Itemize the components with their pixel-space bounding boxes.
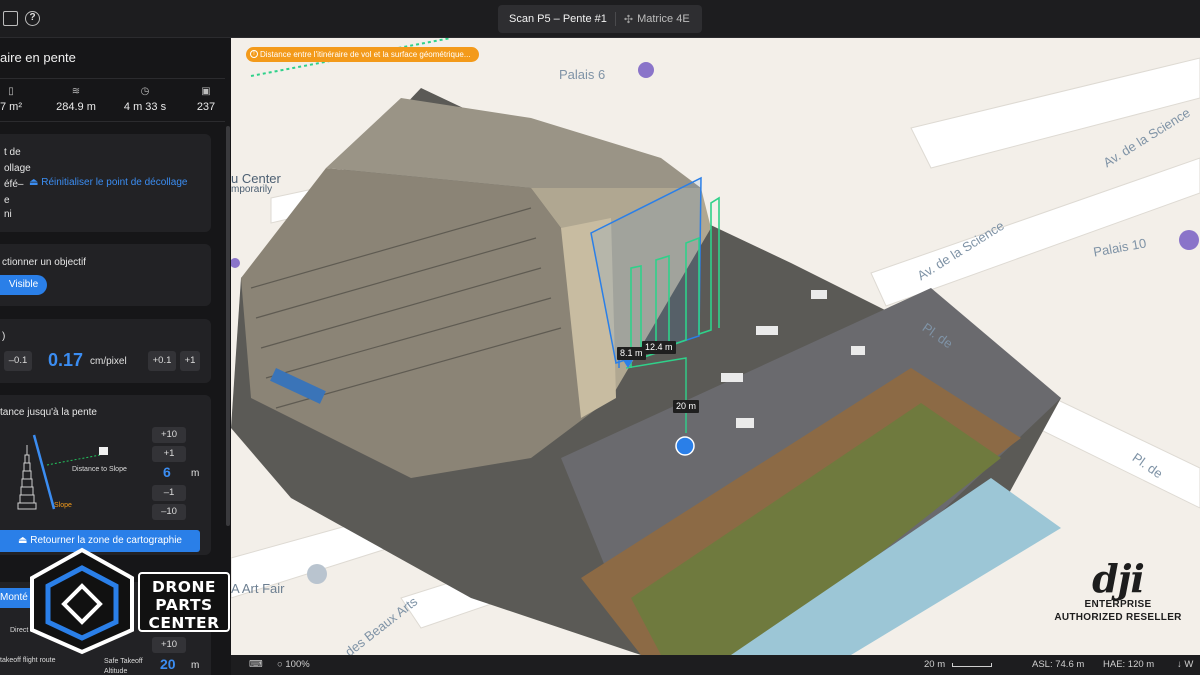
takeoff-route-label: takeoff flight route: [0, 657, 56, 664]
panel-title: aire en pente: [0, 50, 76, 65]
dji-logo-line: ENTERPRISE: [1084, 599, 1152, 610]
mission-header: Scan P5 – Pente #1 ✣ Matrice 4E: [498, 5, 702, 33]
gsd-value: 0.17: [48, 350, 84, 370]
camera-model[interactable]: Matrice 4E: [637, 13, 690, 25]
stat-duration-value: 4 m 33 s: [123, 101, 167, 113]
gsd-unit: cm/pixel: [90, 356, 127, 367]
status-bar: ⌨ ○ 100% 20 m ASL: 74.6 m HAE: 120 m ↓ W: [231, 655, 1200, 675]
scale-bar: [952, 663, 992, 667]
stat-area-value: 7 m²: [0, 101, 22, 113]
distance-tag: 12.4 m: [642, 341, 676, 354]
stat-distance: ≋ 284.9 m: [46, 79, 106, 123]
distance-minus10-button[interactable]: –10: [152, 504, 186, 520]
stat-area: ▯ 7 m²: [0, 79, 26, 123]
zoom-value: 100%: [285, 659, 310, 670]
distance-to-slope-label: Distance to Slope: [72, 466, 127, 473]
help-icon[interactable]: ?: [25, 11, 40, 26]
stat-duration: ◷ 4 m 33 s: [112, 79, 178, 123]
takeoff-icon: ⏏: [29, 177, 42, 188]
mapping-icon: ⏏: [18, 535, 31, 546]
ascent-plus10-button[interactable]: +10: [152, 637, 186, 653]
keyboard-icon[interactable]: ⌨: [249, 659, 263, 670]
hae-readout: HAE: 120 m: [1103, 659, 1155, 670]
logo-line: DRONE: [151, 578, 217, 596]
slope-distance-label: tance jusqu'à la pente: [0, 407, 97, 418]
stat-photos: ▣ 237: [186, 79, 226, 123]
takeoff-text-line: éfé–: [4, 179, 24, 190]
logo-line: CENTER: [148, 614, 220, 632]
distance-plus10-button[interactable]: +10: [152, 427, 186, 443]
distance-warning-banner[interactable]: ! Distance entre l'itinéraire de vol et …: [246, 47, 479, 62]
drone-parts-center-logo: DRONE PARTS CENTER: [138, 572, 230, 632]
map-label-art-fair: A Art Fair: [231, 581, 285, 596]
map-label-temporarily: mporarily: [231, 184, 273, 195]
dji-enterprise-logo: dji ENTERPRISE AUTHORIZED RESELLER: [1052, 560, 1184, 624]
asl-readout: ASL: 74.6 m: [1032, 659, 1085, 670]
ascent-value: 20: [160, 656, 176, 672]
top-bar: ? Scan P5 – Pente #1 ✣ Matrice 4E: [0, 0, 1200, 38]
reset-takeoff-label: Réinitialiser le point de décollage: [41, 177, 188, 188]
map-scale: 20 m: [924, 659, 946, 670]
logo-line: PARTS: [155, 596, 213, 614]
reset-takeoff-link[interactable]: ⏏ Réinitialiser le point de décollage: [29, 177, 187, 188]
stat-distance-value: 284.9 m: [56, 101, 96, 113]
visible-button[interactable]: Visible: [0, 275, 47, 295]
ascent-unit: m: [191, 660, 200, 671]
distance-icon: ≋: [71, 86, 81, 97]
drone-parts-center-logo-icon: [30, 547, 134, 655]
dji-wordmark: dji: [1092, 556, 1145, 601]
folder-icon[interactable]: [3, 11, 18, 26]
zoom-indicator[interactable]: ○ 100%: [277, 659, 310, 670]
warning-icon: !: [250, 50, 258, 58]
takeoff-text-line: e: [4, 195, 10, 206]
gsd-plus-big-button[interactable]: +1: [180, 351, 200, 371]
slope-label: Slope: [54, 502, 72, 509]
gsd-minus-button[interactable]: –0.1: [4, 351, 32, 371]
mission-title: Scan P5 – Pente #1: [509, 13, 607, 25]
warning-text: Distance entre l'itinéraire de vol et la…: [260, 50, 471, 59]
map-view[interactable]: ! Distance entre l'itinéraire de vol et …: [231, 38, 1200, 655]
stat-photos-value: 237: [196, 101, 216, 113]
header-divider: [614, 12, 616, 26]
map-label-palais-6: Palais 6: [559, 67, 606, 82]
return-button-label: Retourner la zone de cartographie: [30, 535, 182, 546]
distance-plus1-button[interactable]: +1: [152, 446, 186, 462]
takeoff-text-line: t de: [4, 147, 21, 158]
safe-takeoff-altitude-label: Altitude: [104, 668, 128, 675]
target-label: ctionner un objectif: [2, 257, 86, 268]
mission-stats: ▯ 7 m² ≋ 284.9 m ◷ 4 m 33 s ▣ 237: [0, 78, 225, 122]
distance-minus1-button[interactable]: –1: [152, 485, 186, 501]
distance-unit: m: [191, 468, 200, 479]
wind-indicator: ↓ W: [1177, 659, 1193, 670]
takeoff-text-line: ollage: [4, 163, 31, 174]
dji-logo-line: AUTHORIZED RESELLER: [1054, 612, 1182, 623]
clock-icon: ◷: [140, 86, 150, 97]
takeoff-card: t de ollage éfé– e ni ⏏ Réinitialiser le…: [0, 134, 211, 232]
takeoff-text-line: ni: [4, 209, 12, 220]
drone-icon: ✣: [623, 13, 634, 26]
safe-takeoff-label: Safe Takeoff: [104, 658, 143, 665]
wind-label: W: [1184, 659, 1194, 670]
distance-tag: 20 m: [673, 400, 700, 413]
sidebar-scrollbar[interactable]: [226, 126, 230, 526]
target-card: ctionner un objectif Visible: [0, 244, 211, 306]
area-icon: ▯: [8, 86, 14, 97]
distance-value: 6: [163, 464, 171, 480]
gsd-label: ): [2, 331, 6, 342]
gsd-card: ) –0.1 0.17 cm/pixel +0.1 +1: [0, 319, 211, 383]
photos-icon: ▣: [201, 86, 211, 97]
gsd-plus-small-button[interactable]: +0.1: [148, 351, 176, 371]
